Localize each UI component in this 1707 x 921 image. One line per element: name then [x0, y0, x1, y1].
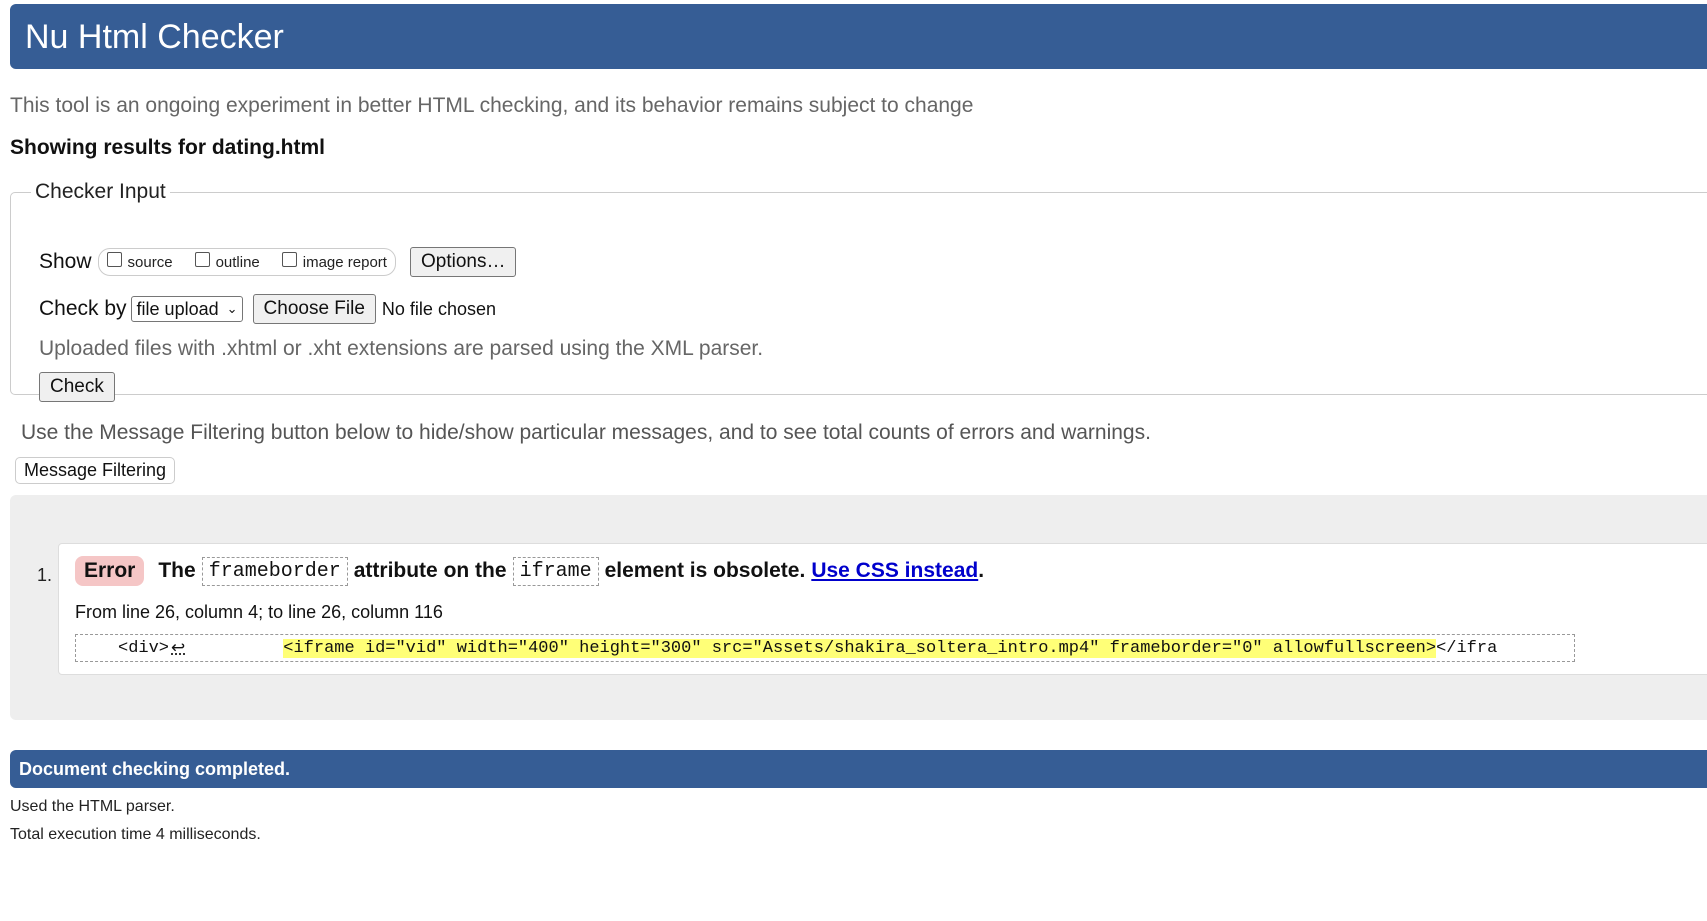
message-text-part: attribute on the	[353, 559, 507, 582]
use-css-link[interactable]: Use CSS instead	[811, 559, 978, 583]
return-icon: ↩	[171, 639, 186, 659]
outline-checkbox-label: outline	[215, 253, 260, 271]
filter-note: Use the Message Filtering button below t…	[21, 421, 1151, 444]
extract-after: </ifra	[1436, 638, 1498, 658]
chevron-down-icon: ⌄	[226, 301, 238, 316]
check-by-selected-value: file upload	[136, 298, 219, 319]
choose-file-button[interactable]: Choose File	[252, 294, 376, 324]
message-filtering-button[interactable]: Message Filtering	[15, 457, 176, 484]
check-by-select[interactable]: file upload ⌄	[130, 296, 243, 322]
show-label: Show	[39, 250, 92, 273]
extract-before: <div>	[118, 638, 170, 658]
page-header: Nu Html Checker	[10, 4, 1707, 69]
message-text-part: element is obsolete.	[604, 559, 806, 582]
extract-highlight: <iframe id="vid" width="400" height="300…	[283, 638, 1437, 658]
execution-time: Total execution time 4 milliseconds.	[10, 826, 261, 843]
element-code: iframe	[512, 556, 599, 586]
results-panel: 1. Error The frameborder attribute on th…	[10, 495, 1707, 720]
message-text-part: The	[158, 559, 196, 582]
message-text: Error The frameborder attribute on the i…	[75, 556, 984, 586]
code-extract: <div> ↩ <iframe id="vid" width="400" hei…	[75, 634, 1575, 662]
completion-bar: Document checking completed.	[10, 750, 1707, 788]
image-report-option[interactable]: image report	[281, 251, 387, 271]
error-badge: Error	[75, 556, 145, 586]
no-file-chosen-text: No file chosen	[381, 298, 496, 319]
results-heading: Showing results for dating.html	[10, 136, 325, 159]
image-report-checkbox[interactable]	[281, 251, 297, 267]
outline-checkbox[interactable]	[194, 251, 210, 267]
show-options-row: Show source outline image report Options…	[39, 246, 517, 278]
tool-description: This tool is an ongoing experiment in be…	[10, 94, 974, 117]
checker-input-legend: Checker Input	[35, 180, 166, 203]
parser-info: Used the HTML parser.	[10, 798, 175, 815]
show-checkbox-group: source outline image report	[97, 248, 396, 276]
image-report-checkbox-label: image report	[302, 253, 387, 271]
completion-text: Document checking completed.	[19, 759, 291, 779]
options-button[interactable]: Options…	[409, 247, 517, 277]
check-button[interactable]: Check	[39, 372, 115, 402]
source-option[interactable]: source	[106, 251, 173, 271]
attribute-code: frameborder	[201, 556, 348, 586]
source-checkbox[interactable]	[106, 251, 122, 267]
check-by-row: Check by file upload ⌄ Choose File No fi…	[39, 294, 496, 324]
check-by-label: Check by	[39, 297, 127, 320]
upload-note: Uploaded files with .xhtml or .xht exten…	[39, 337, 764, 360]
checker-input-fieldset: Checker Input Show source outline image …	[10, 180, 1707, 402]
message-item: Error The frameborder attribute on the i…	[58, 543, 1707, 675]
message-text-end: .	[978, 559, 985, 582]
page-title: Nu Html Checker	[25, 18, 284, 56]
source-checkbox-label: source	[127, 253, 173, 271]
message-location: From line 26, column 4; to line 26, colu…	[75, 602, 443, 622]
message-number: 1.	[37, 565, 53, 585]
outline-option[interactable]: outline	[194, 251, 260, 271]
